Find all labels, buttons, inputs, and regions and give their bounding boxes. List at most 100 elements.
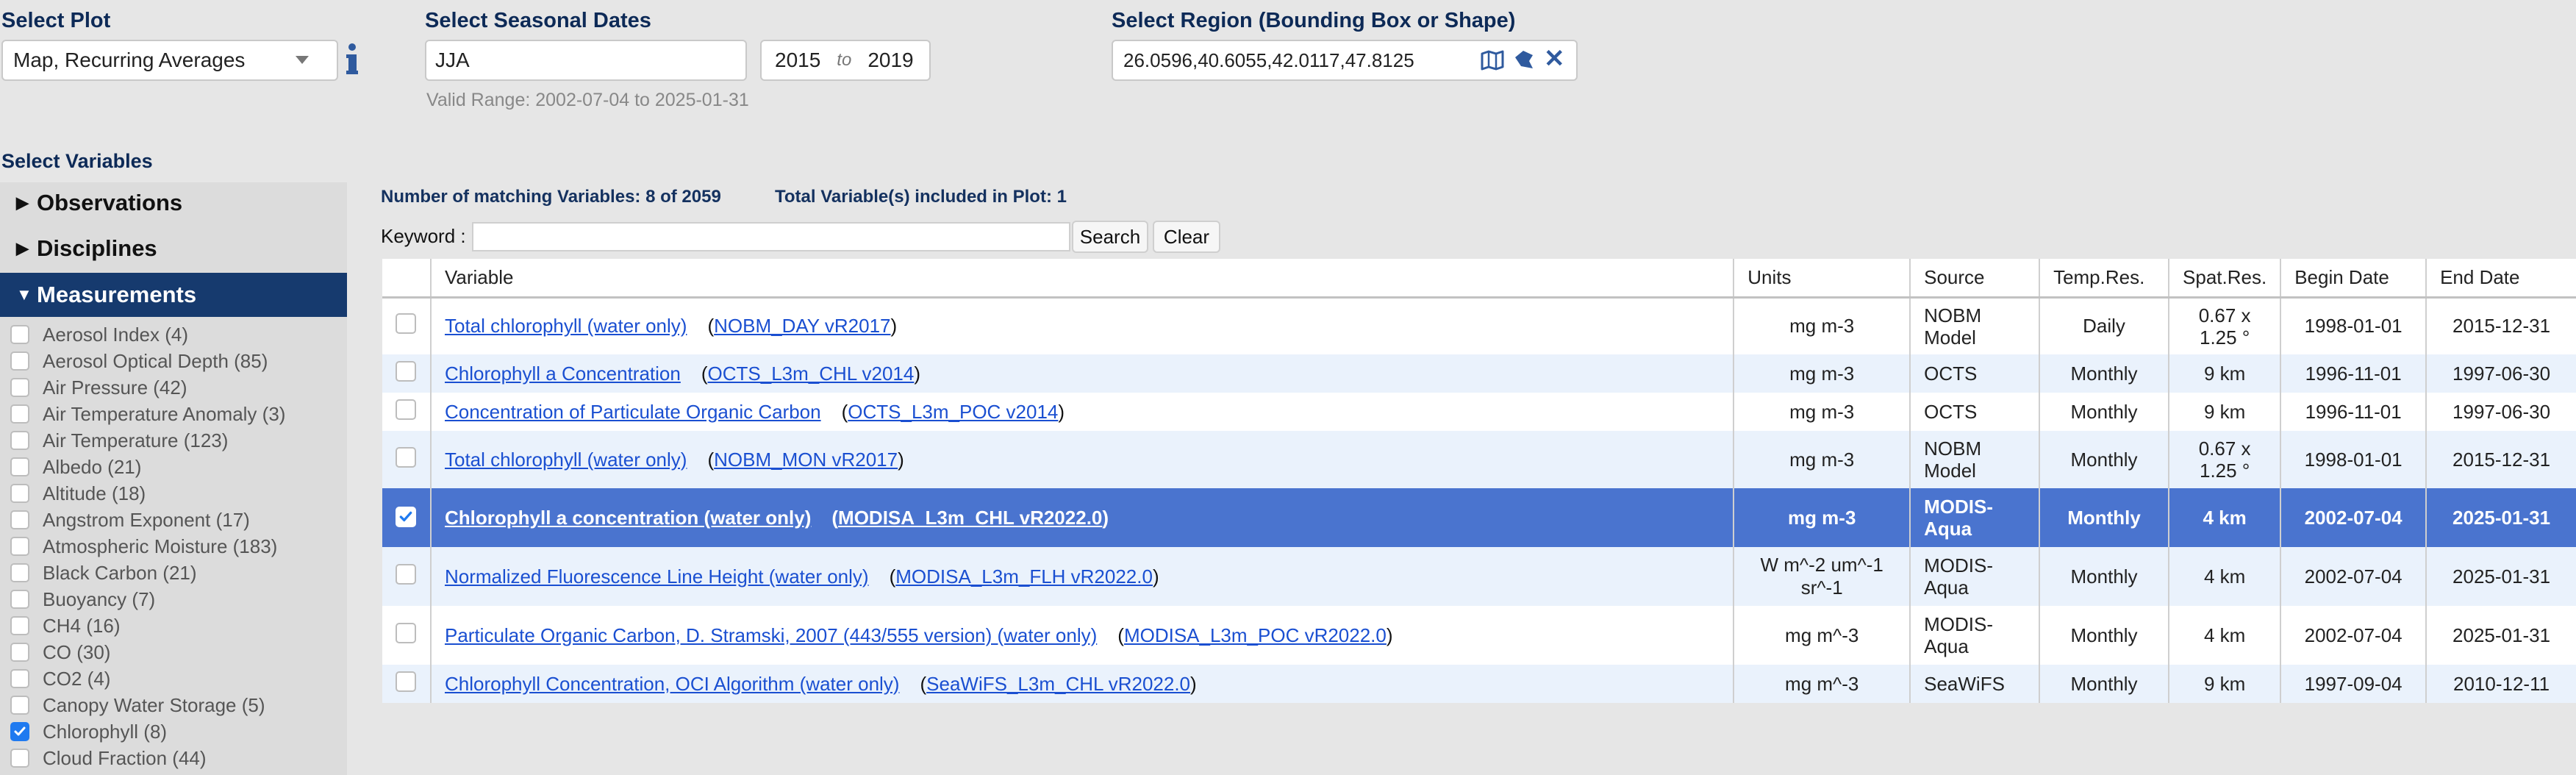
measurement-item[interactable]: Aerosol Index (4): [10, 322, 188, 347]
measurement-item[interactable]: CH4 (16): [10, 613, 120, 638]
table-row[interactable]: Chlorophyll a concentration (water only)…: [382, 488, 2576, 547]
year-range[interactable]: 2015 to 2019: [760, 40, 931, 81]
measurement-item[interactable]: CO2 (4): [10, 666, 110, 691]
header-spat-res[interactable]: Spat.Res.: [2169, 259, 2282, 299]
measurement-checkbox[interactable]: [10, 351, 29, 371]
measurement-item[interactable]: Aerosol Optical Depth (85): [10, 349, 268, 374]
measurement-checkbox[interactable]: [10, 325, 29, 344]
measurement-checkbox[interactable]: [10, 643, 29, 662]
measurement-checkbox[interactable]: [10, 457, 29, 476]
header-source[interactable]: Source: [1910, 259, 2041, 299]
end-year-input[interactable]: 2019: [867, 49, 913, 72]
variable-name-link[interactable]: Chlorophyll a concentration (water only): [445, 507, 811, 529]
variable-name-link[interactable]: Chlorophyll a Concentration: [445, 362, 681, 385]
accordion-observations[interactable]: ▶ Observations: [0, 181, 347, 225]
header-end-date[interactable]: End Date: [2426, 259, 2576, 299]
row-checkbox[interactable]: [396, 563, 417, 585]
measurement-item[interactable]: Buoyancy (7): [10, 587, 155, 612]
end-date-cell: 2025-01-31: [2426, 547, 2576, 606]
product-link[interactable]: MODISA_L3m_CHL vR2022.0: [838, 507, 1102, 529]
product-link[interactable]: SeaWiFS_L3m_CHL vR2022.0: [926, 673, 1190, 695]
table-row[interactable]: Concentration of Particulate Organic Car…: [382, 393, 2576, 431]
search-button[interactable]: Search: [1072, 221, 1148, 253]
row-checkbox[interactable]: [396, 671, 417, 692]
checkbox-cell: [382, 665, 432, 703]
measurement-label: Albedo (21): [43, 455, 142, 478]
table-row[interactable]: Chlorophyll Concentration, OCI Algorithm…: [382, 665, 2576, 703]
variable-name-link[interactable]: Normalized Fluorescence Line Height (wat…: [445, 565, 869, 588]
measurement-checkbox[interactable]: [10, 431, 29, 450]
measurement-checkbox[interactable]: [10, 510, 29, 529]
product-link[interactable]: OCTS_L3m_POC v2014: [848, 401, 1058, 423]
row-checkbox[interactable]: [396, 622, 417, 643]
measurement-item[interactable]: Angstrom Exponent (17): [10, 507, 250, 532]
clear-x-icon[interactable]: ✕: [1544, 44, 1565, 74]
row-checkbox[interactable]: [396, 506, 417, 527]
measurement-item[interactable]: Canopy Water Storage (5): [10, 693, 265, 718]
row-checkbox[interactable]: [396, 399, 417, 420]
accordion-disciplines-label: Disciplines: [37, 235, 157, 261]
shape-icon[interactable]: [1513, 49, 1535, 71]
measurement-checkbox[interactable]: [10, 484, 29, 503]
measurement-checkbox[interactable]: [10, 404, 29, 424]
product-link[interactable]: NOBM_DAY vR2017: [714, 315, 890, 337]
table-row[interactable]: Normalized Fluorescence Line Height (wat…: [382, 547, 2576, 606]
accordion-disciplines[interactable]: ▶ Disciplines: [0, 226, 347, 271]
measurement-item[interactable]: Atmospheric Moisture (183): [10, 534, 277, 559]
table-row[interactable]: Particulate Organic Carbon, D. Stramski,…: [382, 606, 2576, 665]
measurement-checkbox[interactable]: [10, 749, 29, 768]
row-checkbox[interactable]: [396, 446, 417, 468]
measurement-checkbox[interactable]: [10, 537, 29, 556]
spat-res-cell: 4 km: [2169, 547, 2282, 606]
header-units[interactable]: Units: [1734, 259, 1911, 299]
map-icon[interactable]: [1481, 50, 1504, 71]
measurement-item[interactable]: CO (30): [10, 640, 110, 665]
measurement-checkbox[interactable]: [10, 378, 29, 397]
measurement-checkbox[interactable]: [10, 696, 29, 715]
measurement-item[interactable]: Cloud Fraction (44): [10, 746, 207, 771]
measurement-checkbox[interactable]: [10, 669, 29, 688]
paren-open: (: [701, 362, 708, 385]
measurement-item[interactable]: Air Pressure (42): [10, 375, 187, 400]
measurement-checkbox[interactable]: [10, 590, 29, 609]
measurement-item[interactable]: Black Carbon (21): [10, 560, 197, 585]
table-row[interactable]: Total chlorophyll (water only) (NOBM_DAY …: [382, 297, 2576, 354]
variable-name-link[interactable]: Concentration of Particulate Organic Car…: [445, 401, 821, 424]
region-input[interactable]: 26.0596,40.6055,42.0117,47.8125: [1112, 40, 1578, 81]
measurement-item[interactable]: Air Temperature (123): [10, 428, 228, 453]
clear-button[interactable]: Clear: [1153, 221, 1220, 253]
variable-name-link[interactable]: Total chlorophyll (water only): [445, 449, 687, 471]
spat-res-cell: 9 km: [2169, 354, 2282, 393]
season-input[interactable]: JJA: [425, 40, 747, 81]
accordion-measurements[interactable]: ▼ Measurements: [0, 273, 347, 317]
header-begin-date[interactable]: Begin Date: [2280, 259, 2427, 299]
keyword-input[interactable]: [472, 222, 1070, 251]
row-checkbox[interactable]: [396, 313, 417, 335]
measurement-checkbox[interactable]: [10, 563, 29, 582]
product-link[interactable]: NOBM_MON vR2017: [714, 449, 898, 471]
end-date-cell: 2015-12-31: [2426, 297, 2576, 354]
measurement-item[interactable]: Chlorophyll (8): [10, 719, 167, 744]
paren-close: ): [1190, 672, 1197, 695]
variable-name-link[interactable]: Chlorophyll Concentration, OCI Algorithm…: [445, 673, 899, 696]
info-icon[interactable]: [344, 41, 360, 76]
measurement-item[interactable]: Albedo (21): [10, 454, 141, 479]
plot-type-select[interactable]: Map, Recurring Averages: [1, 40, 338, 81]
table-row[interactable]: Total chlorophyll (water only) (NOBM_MON …: [382, 431, 2576, 488]
measurement-item[interactable]: Altitude (18): [10, 481, 146, 506]
chevron-down-icon[interactable]: [296, 56, 309, 64]
table-row[interactable]: Chlorophyll a Concentration (OCTS_L3m_CHL…: [382, 354, 2576, 393]
measurement-item[interactable]: Air Temperature Anomaly (3): [10, 401, 285, 426]
product-link[interactable]: OCTS_L3m_CHL v2014: [708, 362, 915, 385]
row-checkbox[interactable]: [396, 360, 417, 382]
variable-name-link[interactable]: Particulate Organic Carbon, D. Stramski,…: [445, 624, 1097, 647]
measurement-checkbox[interactable]: [10, 616, 29, 635]
header-variable[interactable]: Variable: [430, 259, 1735, 299]
header-temp-res[interactable]: Temp.Res.: [2039, 259, 2170, 299]
measurement-checkbox[interactable]: [10, 722, 29, 741]
temp-res-cell: Monthly: [2039, 354, 2170, 393]
start-year-input[interactable]: 2015: [775, 49, 820, 72]
variable-name-link[interactable]: Total chlorophyll (water only): [445, 315, 687, 338]
product-link[interactable]: MODISA_L3m_POC vR2022.0: [1124, 624, 1387, 646]
product-link[interactable]: MODISA_L3m_FLH vR2022.0: [895, 565, 1153, 588]
